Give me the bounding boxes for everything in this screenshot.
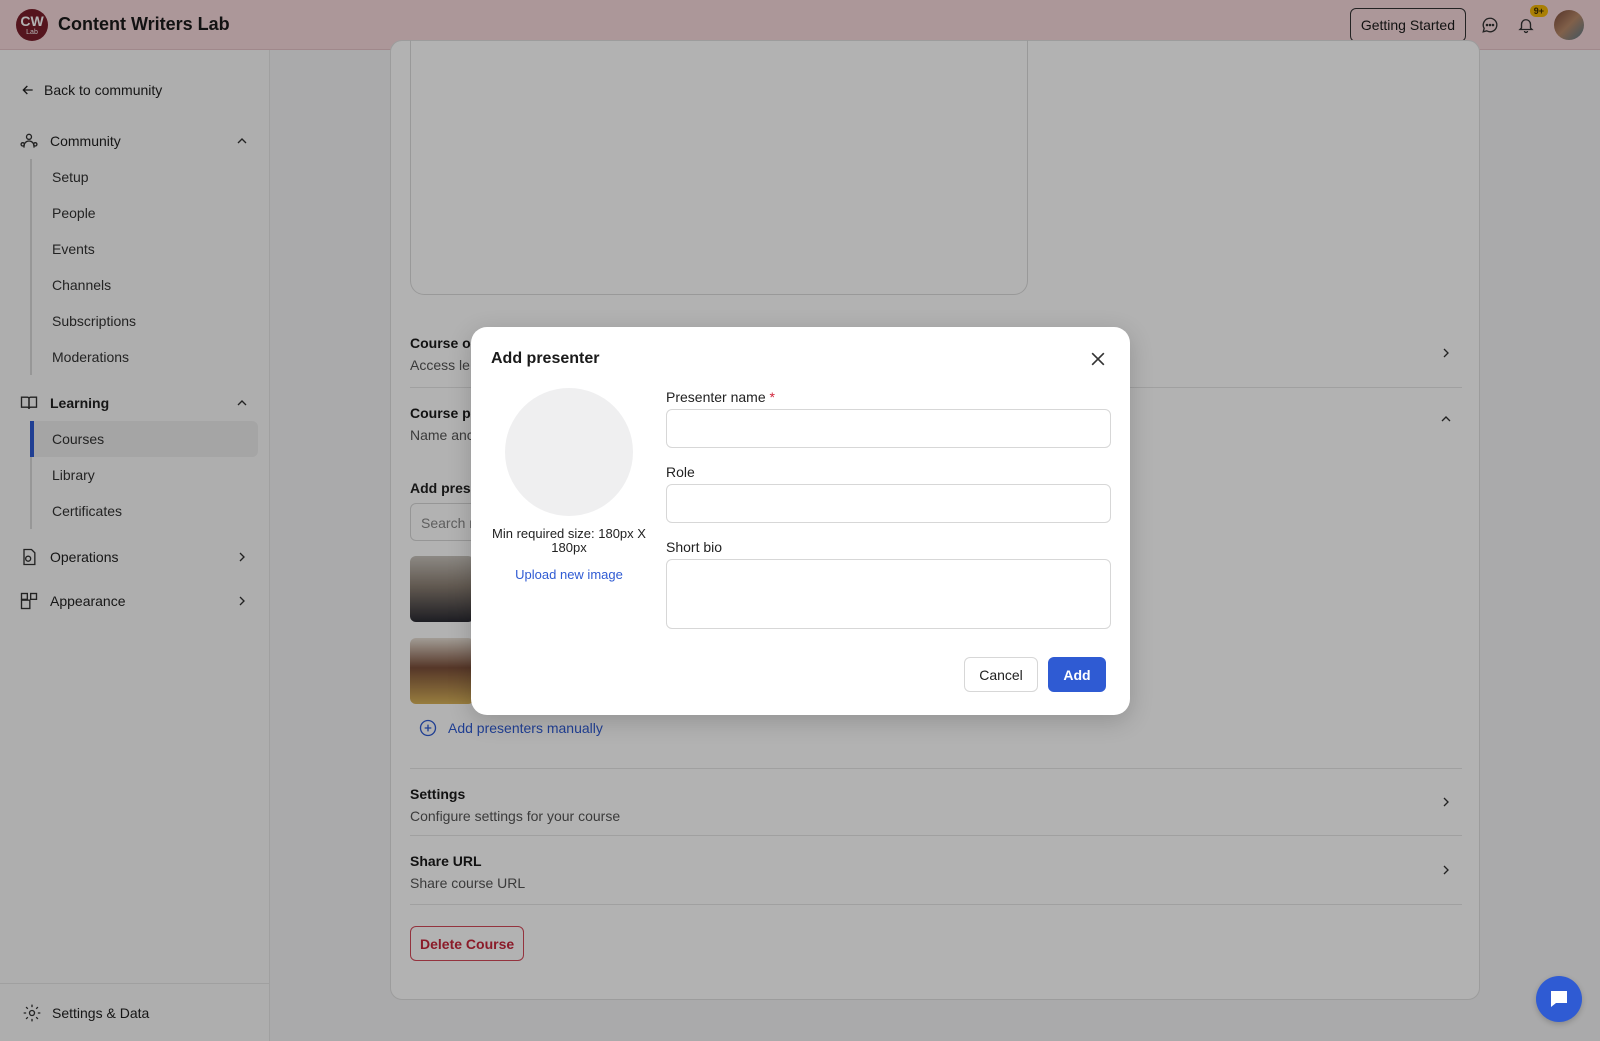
add-presenter-dialog: Add presenter Min required size: 180px X… [471,327,1130,715]
role-label: Role [666,464,695,480]
support-chat-button[interactable] [1536,976,1582,1022]
short-bio-textarea[interactable] [666,559,1111,629]
min-size-hint: Min required size: 180px X 180px [492,526,646,555]
presenter-name-label-text: Presenter name [666,389,766,405]
role-input[interactable] [666,484,1111,523]
close-icon[interactable] [1086,347,1110,371]
cancel-button[interactable]: Cancel [964,657,1038,692]
required-mark: * [769,389,775,405]
dialog-title: Add presenter [491,350,600,367]
presenter-name-label: Presenter name * [666,389,775,405]
chat-icon [1551,991,1567,1007]
presenter-name-input[interactable] [666,409,1111,448]
add-button[interactable]: Add [1048,657,1106,692]
short-bio-label: Short bio [666,539,723,555]
upload-image-link[interactable]: Upload new image [485,567,653,582]
presenter-image-placeholder[interactable] [505,388,633,516]
